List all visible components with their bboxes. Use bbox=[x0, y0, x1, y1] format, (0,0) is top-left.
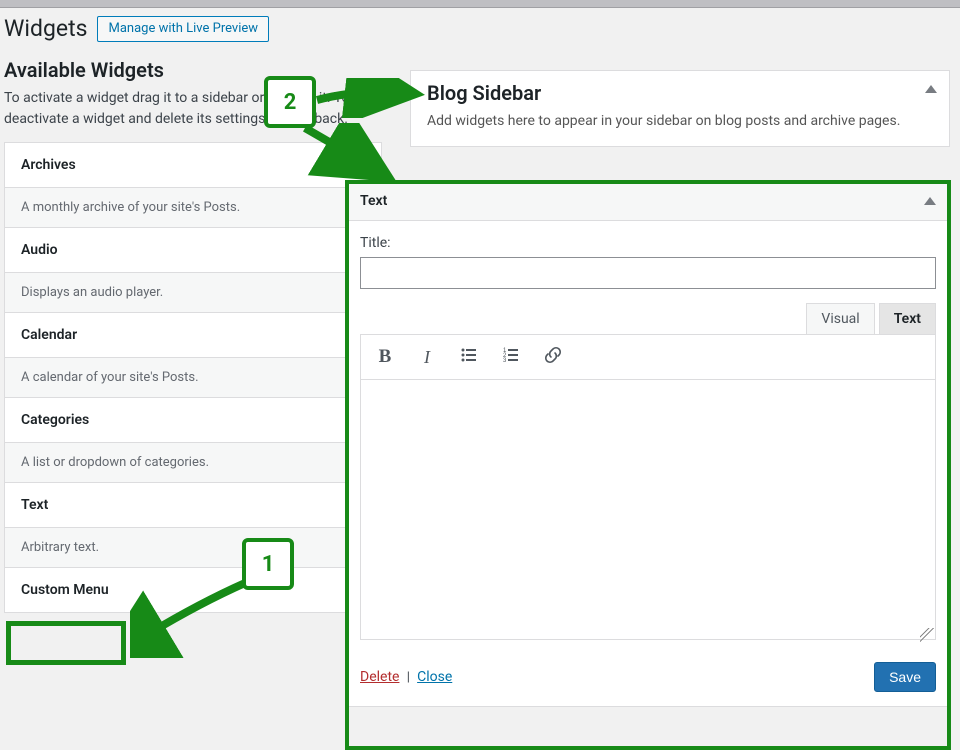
widget-item-audio[interactable]: Audio Displays an audio player. bbox=[4, 227, 382, 313]
available-widgets-heading: Available Widgets bbox=[0, 56, 390, 88]
text-widget-header-title: Text bbox=[360, 193, 387, 209]
widget-item-title: Audio bbox=[5, 228, 381, 272]
widget-item-desc: Displays an audio player. bbox=[5, 272, 381, 312]
italic-button[interactable]: I bbox=[417, 347, 437, 368]
available-widgets-column: Available Widgets To activate a widget d… bbox=[0, 48, 390, 612]
sidebar-area-column: Blog Sidebar Add widgets here to appear … bbox=[410, 70, 950, 147]
delete-link[interactable]: Delete bbox=[360, 669, 399, 685]
collapse-caret-icon[interactable] bbox=[925, 85, 937, 93]
save-button[interactable]: Save bbox=[874, 662, 936, 692]
editor-toolbar: B I 123 bbox=[360, 334, 936, 380]
widget-item-calendar[interactable]: Calendar A calendar of your site's Posts… bbox=[4, 312, 382, 398]
numbered-list-icon[interactable]: 123 bbox=[501, 346, 521, 369]
editor-tabs: Visual Text bbox=[360, 303, 936, 334]
close-link[interactable]: Close bbox=[417, 669, 452, 685]
tab-visual[interactable]: Visual bbox=[806, 303, 874, 334]
text-widget-panel: Text Title: Visual Text B I 123 bbox=[345, 180, 951, 707]
text-widget-footer: Delete | Close Save bbox=[346, 650, 950, 706]
sidebar-area-blog-sidebar[interactable]: Blog Sidebar Add widgets here to appear … bbox=[410, 70, 950, 147]
widget-item-desc: A calendar of your site's Posts. bbox=[5, 357, 381, 397]
page-header: Widgets Manage with Live Preview bbox=[0, 8, 960, 44]
content-textarea[interactable] bbox=[360, 380, 936, 640]
link-icon[interactable] bbox=[543, 346, 563, 369]
widget-item-categories[interactable]: Categories A list or dropdown of categor… bbox=[4, 397, 382, 483]
svg-text:3: 3 bbox=[503, 358, 507, 364]
widget-item-custom-menu[interactable]: Custom Menu bbox=[4, 567, 382, 613]
widget-item-desc: A monthly archive of your site's Posts. bbox=[5, 187, 381, 227]
collapse-caret-icon[interactable] bbox=[924, 197, 936, 205]
widget-item-title: Categories bbox=[5, 398, 381, 442]
bold-button[interactable]: B bbox=[375, 346, 395, 368]
sidebar-area-description: Add widgets here to appear in your sideb… bbox=[427, 111, 933, 132]
widget-item-title: Calendar bbox=[5, 313, 381, 357]
tab-text[interactable]: Text bbox=[879, 303, 936, 334]
available-widgets-description: To activate a widget drag it to a sideba… bbox=[0, 88, 370, 142]
separator: | bbox=[403, 670, 414, 685]
widget-item-desc: Arbitrary text. bbox=[5, 527, 381, 567]
widget-item-archives[interactable]: Archives A monthly archive of your site'… bbox=[4, 142, 382, 228]
widget-item-desc: A list or dropdown of categories. bbox=[5, 442, 381, 482]
title-input[interactable] bbox=[360, 257, 936, 289]
live-preview-button[interactable]: Manage with Live Preview bbox=[97, 16, 269, 42]
widget-item-title: Text bbox=[5, 483, 381, 527]
resize-grip-icon[interactable] bbox=[920, 628, 934, 642]
page-title: Widgets bbox=[4, 14, 89, 44]
bulleted-list-icon[interactable] bbox=[459, 346, 479, 369]
widget-item-text[interactable]: Text Arbitrary text. bbox=[4, 482, 382, 568]
widget-item-title: Archives bbox=[5, 143, 381, 187]
widget-list: Archives A monthly archive of your site'… bbox=[0, 142, 390, 613]
window-topbar bbox=[0, 0, 960, 8]
widget-item-title: Custom Menu bbox=[5, 568, 381, 612]
sidebar-area-title: Blog Sidebar bbox=[427, 81, 933, 111]
title-label: Title: bbox=[360, 235, 936, 251]
text-widget-header[interactable]: Text bbox=[346, 181, 950, 221]
